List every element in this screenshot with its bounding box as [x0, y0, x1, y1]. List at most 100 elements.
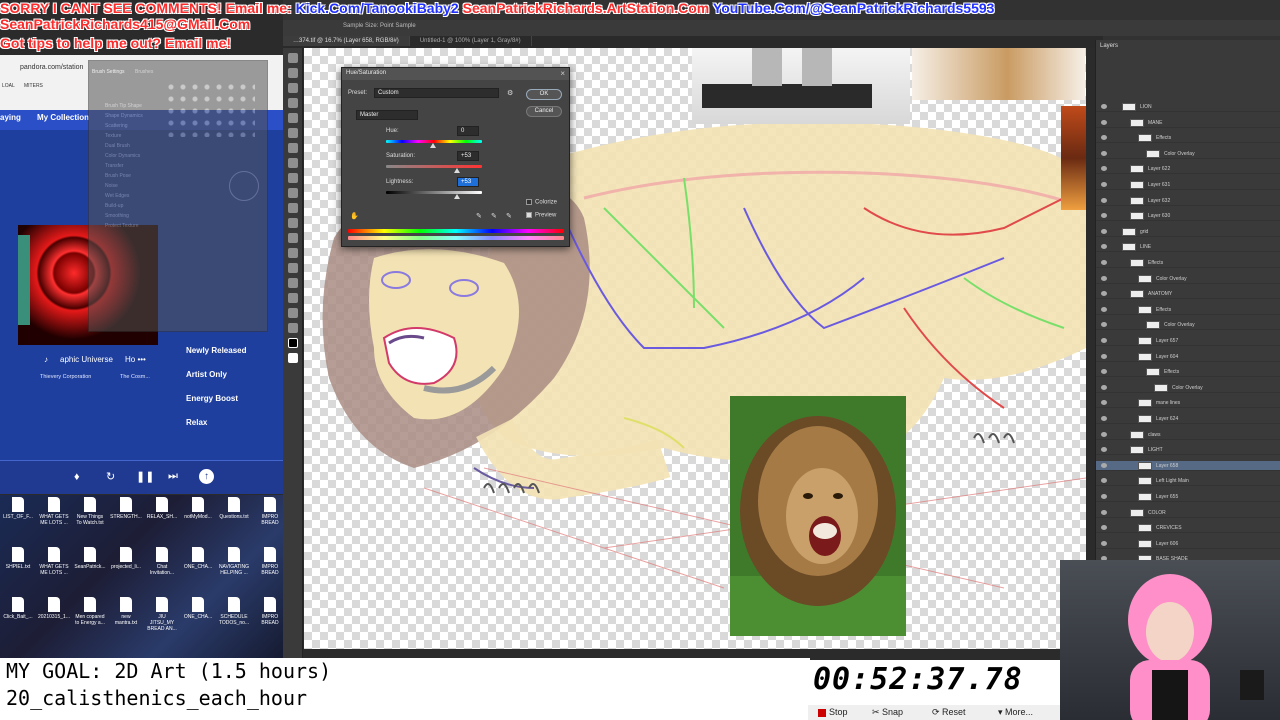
saturation-input[interactable]: +53 — [457, 151, 479, 161]
layer-row[interactable]: Color Overlay — [1096, 274, 1280, 284]
thumbs-icon[interactable]: ♪ — [44, 355, 48, 364]
reset-button[interactable]: ⟳ Reset — [932, 707, 966, 718]
angle-roundness-widget[interactable] — [229, 171, 259, 201]
desktop-file[interactable]: IMPRO BREAD — [254, 497, 286, 526]
desktop-file[interactable]: WHAT GETS ME LOTS ... — [38, 497, 70, 526]
layer-row[interactable]: Layer 622 — [1096, 164, 1280, 175]
dodge-tool-icon[interactable] — [288, 233, 298, 243]
pause-icon[interactable]: ❚❚ — [136, 470, 154, 483]
station-relax[interactable]: Relax — [186, 418, 207, 427]
brush-option-item[interactable]: Wet Edges — [105, 193, 129, 199]
layer-row[interactable]: Color Overlay — [1096, 320, 1280, 331]
eyedropper-icon[interactable]: ✎ — [476, 212, 482, 220]
bookmark-item[interactable]: MITERS — [24, 83, 43, 89]
visibility-eye-icon[interactable] — [1101, 213, 1107, 219]
layer-row[interactable]: LION — [1096, 102, 1280, 112]
skip-icon[interactable]: ⏭ — [168, 470, 178, 483]
layer-row[interactable]: ANATOMY — [1096, 289, 1280, 300]
layer-row[interactable]: Layer 631 — [1096, 180, 1280, 190]
lightness-input[interactable]: +53 — [457, 177, 479, 187]
brushes-tab[interactable]: Brushes — [135, 69, 153, 75]
brush-option-item[interactable]: Noise — [105, 183, 118, 189]
layer-row[interactable]: Effects — [1096, 367, 1280, 378]
more-button[interactable]: ▾ More... — [998, 707, 1033, 718]
brush-option-item[interactable]: Texture — [105, 133, 121, 139]
layer-row[interactable]: MANE — [1096, 118, 1280, 128]
visibility-eye-icon[interactable] — [1101, 275, 1107, 281]
visibility-eye-icon[interactable] — [1101, 197, 1107, 203]
layer-row[interactable]: claws — [1096, 430, 1280, 440]
brush-tip-grid[interactable] — [165, 81, 255, 137]
colorize-box[interactable] — [526, 199, 532, 205]
desktop-file[interactable]: new mantra.txt — [110, 597, 142, 626]
saturation-slider-thumb[interactable] — [454, 168, 460, 173]
visibility-eye-icon[interactable] — [1101, 478, 1107, 484]
layer-row[interactable]: COLOR — [1096, 508, 1280, 518]
desktop-file[interactable]: JIU JITSU_MY BREAD AN... — [146, 597, 178, 632]
visibility-eye-icon[interactable] — [1101, 260, 1107, 265]
song-title[interactable]: aphic Universe — [60, 355, 113, 364]
preview-checkbox[interactable]: Preview — [526, 212, 556, 219]
marquee-tool-icon[interactable] — [288, 68, 298, 78]
visibility-eye-icon[interactable] — [1101, 462, 1107, 468]
brush-option-item[interactable]: Dual Brush — [105, 143, 130, 149]
desktop-file[interactable]: STRENGTH... — [110, 497, 142, 520]
foreground-color-swatch[interactable] — [288, 338, 298, 348]
visibility-eye-icon[interactable] — [1101, 369, 1107, 375]
brush-option-item[interactable]: Build-up — [105, 203, 123, 209]
document-tab[interactable]: …374.tif @ 16.7% (Layer 658, RGB/8#) — [283, 36, 410, 46]
layer-row[interactable]: Effects — [1096, 305, 1280, 315]
lightness-slider[interactable] — [386, 191, 482, 194]
layer-row[interactable]: Layer 658 — [1096, 460, 1280, 471]
gradient-tool-icon[interactable] — [288, 218, 298, 228]
station-artist-only[interactable]: Artist Only — [186, 370, 227, 379]
brush-option-item[interactable]: Shape Dynamics — [105, 113, 143, 119]
snap-button[interactable]: ✂ Snap — [872, 707, 903, 718]
visibility-eye-icon[interactable] — [1101, 400, 1107, 406]
hand-tool-icon[interactable] — [288, 308, 298, 318]
visibility-eye-icon[interactable] — [1101, 182, 1107, 187]
eyedropper-plus-icon[interactable]: ✎ — [491, 212, 497, 220]
move-tool-icon[interactable] — [288, 53, 298, 63]
brush-option-item[interactable]: Brush Pose — [105, 173, 131, 179]
desktop-file[interactable]: SeanPatrick... — [74, 547, 106, 570]
visibility-eye-icon[interactable] — [1101, 291, 1107, 297]
visibility-eye-icon[interactable] — [1101, 150, 1107, 156]
visibility-eye-icon[interactable] — [1101, 431, 1107, 437]
visibility-eye-icon[interactable] — [1101, 306, 1107, 312]
heal-tool-icon[interactable] — [288, 143, 298, 153]
brush-settings-tab[interactable]: Brush Settings — [92, 69, 125, 75]
select-tool-icon[interactable] — [288, 98, 298, 108]
layer-row[interactable]: Layer 657 — [1096, 336, 1280, 346]
eyedropper-minus-icon[interactable]: ✎ — [506, 212, 512, 220]
song-artist[interactable]: Thievery Corporation — [40, 374, 91, 380]
visibility-eye-icon[interactable] — [1101, 447, 1107, 453]
sample-size-label[interactable]: Sample Size: Point Sample — [343, 23, 416, 29]
desktop-file[interactable]: SCHEDULE TODOS_no... — [218, 597, 250, 626]
lasso-tool-icon[interactable] — [288, 83, 298, 93]
stop-button[interactable]: Stop — [818, 707, 848, 717]
eyedropper-tool-icon[interactable] — [288, 128, 298, 138]
station-energy-boost[interactable]: Energy Boost — [186, 394, 238, 403]
desktop-file[interactable]: Men copared to Energy a... — [74, 597, 106, 626]
pen-tool-icon[interactable] — [288, 248, 298, 258]
layer-row[interactable]: Left Light Main — [1096, 476, 1280, 487]
visibility-eye-icon[interactable] — [1101, 228, 1107, 234]
desktop-file[interactable]: IMPRO BREAD — [254, 597, 286, 626]
visibility-eye-icon[interactable] — [1101, 509, 1107, 515]
visibility-eye-icon[interactable] — [1101, 540, 1107, 546]
bookmark-item[interactable]: LOAL — [2, 83, 15, 89]
visibility-eye-icon[interactable] — [1101, 353, 1107, 359]
eraser-tool-icon[interactable] — [288, 203, 298, 213]
zoom-tool-icon[interactable] — [288, 323, 298, 333]
layer-row[interactable]: Color Overlay — [1096, 383, 1280, 393]
nav-now-playing[interactable]: aying — [0, 113, 21, 122]
visibility-eye-icon[interactable] — [1101, 494, 1107, 499]
hue-slider-thumb[interactable] — [430, 143, 436, 148]
layer-row[interactable]: Effects — [1096, 133, 1280, 144]
colorize-checkbox[interactable]: Colorize — [526, 199, 557, 206]
layer-row[interactable]: Effects — [1096, 258, 1280, 268]
visibility-eye-icon[interactable] — [1101, 135, 1107, 141]
ok-button[interactable]: OK — [526, 89, 562, 100]
visibility-eye-icon[interactable] — [1101, 104, 1107, 109]
